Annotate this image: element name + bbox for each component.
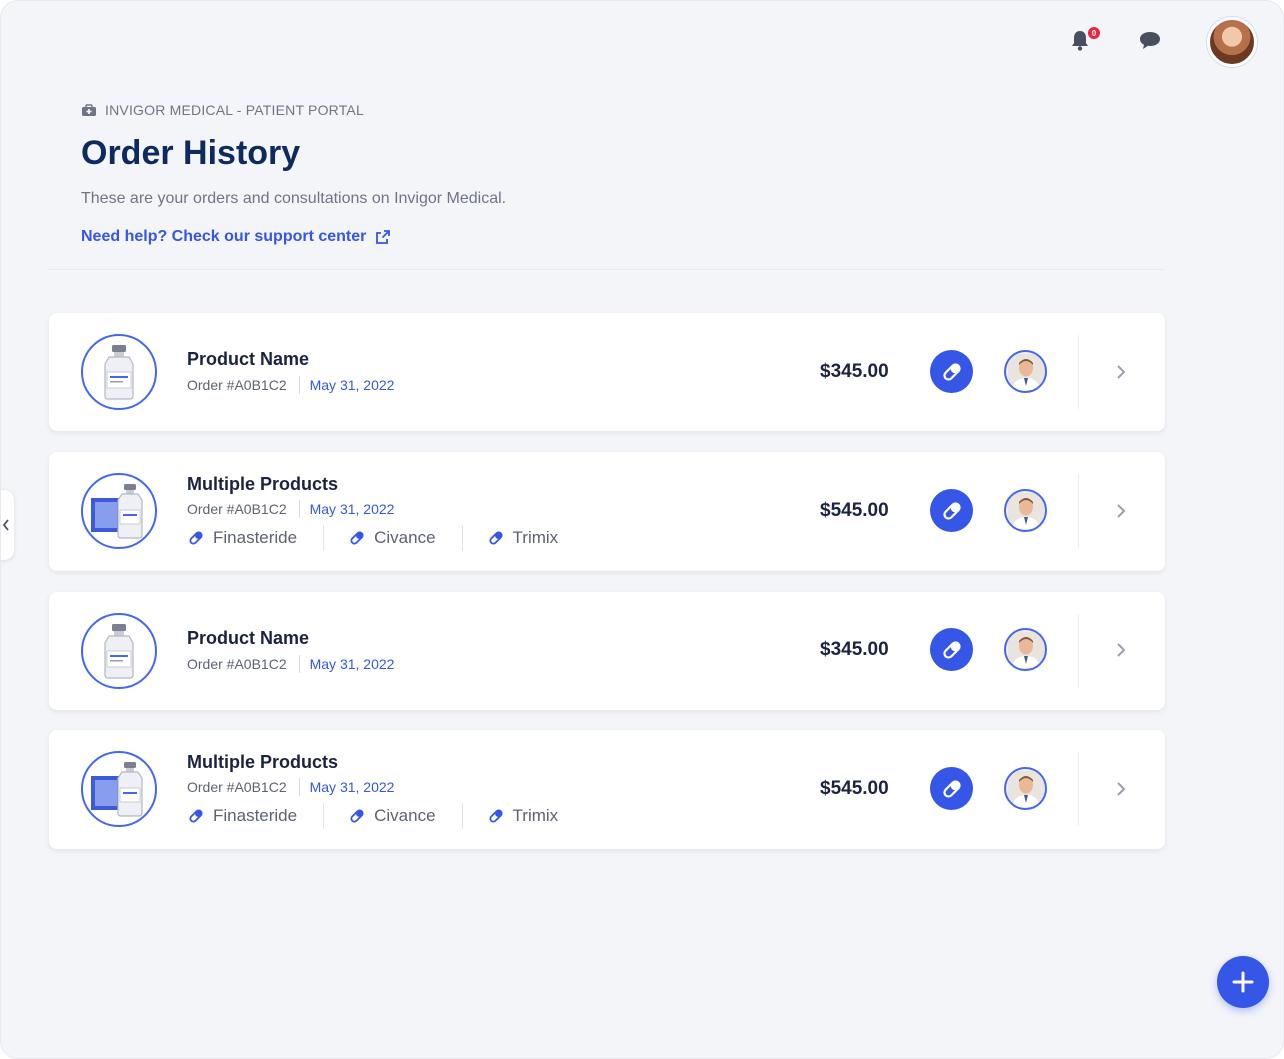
order-price: $345.00	[820, 361, 889, 382]
tag-divider	[461, 803, 463, 829]
breadcrumb-label: INVIGOR MEDICAL - PATIENT PORTAL	[105, 102, 364, 118]
order-card[interactable]: Product Name Order #A0B1C2 May 31, 2022 …	[49, 313, 1165, 431]
product-tag-label: Civance	[374, 806, 436, 825]
chevron-right-icon[interactable]	[1111, 779, 1131, 799]
order-title: Product Name	[187, 628, 310, 648]
product-vial-image	[81, 613, 157, 689]
product-tag[interactable]: Trimix	[487, 806, 559, 826]
chevron-right-icon[interactable]	[1111, 362, 1131, 382]
tag-divider	[323, 803, 325, 829]
support-link-label: Need help? Check our support center	[81, 228, 367, 245]
tag-divider	[461, 525, 463, 551]
product-tag-label: Civance	[374, 528, 436, 547]
product-vial-image	[81, 334, 157, 410]
card-divider	[1078, 335, 1079, 409]
order-meta: Order #A0B1C2 May 31, 2022	[187, 376, 394, 394]
product-tag-label: Finasteride	[213, 528, 298, 547]
order-number: Order #A0B1C2	[187, 779, 287, 795]
order-price: $545.00	[820, 500, 889, 521]
card-divider	[1078, 614, 1079, 688]
app-window: 0 INVIGOR MEDICAL - PATIENT PORTAL Order…	[0, 0, 1284, 1059]
page-subtitle: These are your orders and consultations …	[81, 190, 507, 207]
pill-icon	[930, 489, 973, 532]
order-date: May 31, 2022	[309, 377, 395, 393]
order-meta: Order #A0B1C2 May 31, 2022	[187, 655, 394, 673]
product-tags: Finasteride Civance Trimix	[187, 525, 558, 551]
user-avatar[interactable]	[1207, 17, 1257, 67]
product-tag[interactable]: Trimix	[487, 528, 559, 548]
pill-icon	[488, 809, 503, 823]
medical-case-icon	[82, 103, 96, 116]
doctor-avatar	[1004, 489, 1047, 532]
pill-icon	[930, 767, 973, 810]
order-card[interactable]: Product Name Order #A0B1C2 May 31, 2022 …	[49, 592, 1165, 710]
pill-icon	[350, 531, 364, 545]
product-tags: Finasteride Civance Trimix	[187, 803, 558, 829]
order-price: $545.00	[820, 778, 889, 799]
order-title: Multiple Products	[187, 752, 339, 772]
order-number: Order #A0B1C2	[187, 656, 287, 672]
plus-icon	[1232, 971, 1254, 993]
support-center-link[interactable]: Need help? Check our support center	[81, 228, 391, 246]
order-meta: Order #A0B1C2 May 31, 2022	[187, 778, 394, 796]
pill-icon	[930, 628, 973, 671]
product-bundle-image	[81, 751, 157, 827]
order-card[interactable]: Multiple Products Order #A0B1C2 May 31, …	[49, 452, 1165, 571]
notification-badge: 0	[1087, 26, 1101, 40]
order-meta: Order #A0B1C2 May 31, 2022	[187, 500, 394, 518]
chevron-left-icon	[2, 519, 9, 531]
order-number: Order #A0B1C2	[187, 501, 287, 517]
chevron-right-icon[interactable]	[1111, 501, 1131, 521]
product-tag[interactable]: Civance	[348, 528, 436, 548]
product-tag-label: Trimix	[512, 806, 559, 825]
product-tag-label: Trimix	[512, 528, 559, 547]
meta-divider	[298, 376, 300, 394]
header-divider	[49, 269, 1165, 270]
page-title: Order History	[81, 134, 301, 172]
product-tag[interactable]: Civance	[348, 806, 436, 826]
doctor-avatar	[1004, 628, 1047, 671]
order-price: $345.00	[820, 639, 889, 660]
product-tag[interactable]: Finasteride	[187, 806, 297, 826]
product-tag-label: Finasteride	[213, 806, 298, 825]
card-divider	[1078, 752, 1079, 826]
order-date: May 31, 2022	[309, 779, 395, 795]
meta-divider	[298, 655, 300, 673]
order-number: Order #A0B1C2	[187, 377, 287, 393]
pill-icon	[488, 531, 503, 545]
sidebar-collapse-tab[interactable]	[1, 490, 14, 560]
order-card[interactable]: Multiple Products Order #A0B1C2 May 31, …	[49, 730, 1165, 849]
product-tag[interactable]: Finasteride	[187, 528, 297, 548]
pill-icon	[350, 809, 364, 823]
external-link-icon	[376, 230, 391, 244]
add-order-button[interactable]	[1217, 956, 1269, 1008]
chat-icon[interactable]	[1137, 27, 1163, 53]
pill-icon	[189, 531, 203, 545]
order-title: Product Name	[187, 349, 310, 369]
pill-icon	[930, 350, 973, 393]
chevron-right-icon[interactable]	[1111, 640, 1131, 660]
meta-divider	[298, 500, 300, 518]
order-date: May 31, 2022	[309, 501, 395, 517]
order-title: Multiple Products	[187, 474, 339, 494]
doctor-avatar	[1004, 767, 1047, 810]
tag-divider	[323, 525, 325, 551]
doctor-avatar	[1004, 350, 1047, 393]
order-date: May 31, 2022	[309, 656, 395, 672]
breadcrumb: INVIGOR MEDICAL - PATIENT PORTAL	[81, 102, 364, 118]
meta-divider	[298, 778, 300, 796]
product-bundle-image	[81, 473, 157, 549]
card-divider	[1078, 474, 1079, 548]
pill-icon	[189, 809, 203, 823]
